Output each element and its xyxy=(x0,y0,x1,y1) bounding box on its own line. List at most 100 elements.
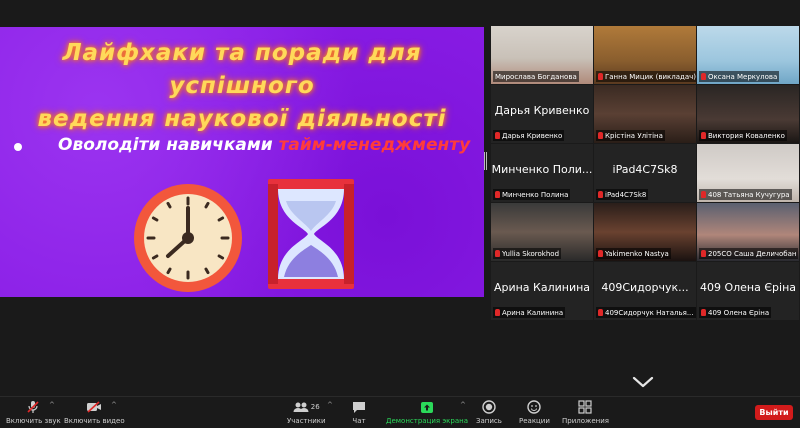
participants-icon xyxy=(293,402,309,412)
apps-label: Приложения xyxy=(562,417,609,425)
panel-resize-handle[interactable] xyxy=(484,152,488,170)
participant-tile[interactable]: Минченко Поли... Минченко Полина xyxy=(491,144,593,202)
participant-name: Мирослава Богданова xyxy=(495,72,577,81)
muted-mic-icon xyxy=(598,250,603,257)
muted-mic-icon xyxy=(598,309,603,316)
share-screen-button[interactable]: Демонстрация экрана xyxy=(386,399,468,425)
participant-tile[interactable]: 409 Олена Єріна 409 Олена Єріна xyxy=(697,262,799,320)
reactions-button[interactable]: Реакции xyxy=(519,399,550,425)
muted-mic-icon xyxy=(701,132,706,139)
participant-name-label: iPad4C7Sk8 xyxy=(596,189,649,200)
participant-display-name: iPad4C7Sk8 xyxy=(612,162,678,176)
participant-display-name: 409Сидорчук... xyxy=(601,280,689,294)
video-off-icon xyxy=(87,401,102,413)
participants-button[interactable]: 26 Участники xyxy=(287,399,326,425)
record-icon xyxy=(482,400,496,414)
apps-button[interactable]: Приложения xyxy=(562,399,609,425)
chat-label: Чат xyxy=(352,417,366,425)
muted-mic-icon xyxy=(495,132,500,139)
participant-name-label: Мирослава Богданова xyxy=(493,71,579,82)
participant-name-label: Арина Калинина xyxy=(493,307,566,318)
slide-title-line2: ведення наукової діяльності xyxy=(37,106,447,132)
bullet-highlight: тайм-менеджменту xyxy=(278,135,471,155)
hourglass-icon xyxy=(268,179,354,289)
video-options-caret-icon[interactable]: ^ xyxy=(111,401,117,409)
participant-name: iPad4C7Sk8 xyxy=(605,190,647,199)
participant-name-label: Дарья Кривенко xyxy=(493,130,565,141)
participant-display-name: Дарья Кривенко xyxy=(494,103,590,117)
reactions-label: Реакции xyxy=(519,417,550,425)
participant-name: Крістіна Улітіна xyxy=(605,131,663,140)
muted-mic-icon xyxy=(598,73,603,80)
participant-name-label: 409Сидорчук Наталья... xyxy=(596,307,696,318)
participant-tile[interactable]: Дарья Кривенко Дарья Кривенко xyxy=(491,85,593,143)
participant-display-name: Арина Калинина xyxy=(493,280,591,294)
participant-name-label: Yullia Skorokhod xyxy=(493,248,562,259)
participants-label: Участники xyxy=(287,417,326,425)
share-screen-icon xyxy=(421,401,433,413)
participant-name-label: Ганна Мицик (викладач) xyxy=(596,71,696,82)
participant-tile[interactable]: 205СО Саша Деличобан xyxy=(697,203,799,261)
muted-mic-icon xyxy=(27,401,39,413)
participant-name-label: 205СО Саша Деличобан xyxy=(699,248,799,259)
participant-name: 408 Татьяна Кучугура xyxy=(708,190,790,199)
slide-title-line1: Лайфхаки та поради для успішного xyxy=(62,40,422,99)
participant-name-label: 409 Олена Єріна xyxy=(699,307,772,318)
participant-tile[interactable]: Yullia Skorokhod xyxy=(491,203,593,261)
chat-button[interactable]: Чат xyxy=(352,399,366,425)
record-label: Запись xyxy=(476,417,502,425)
participant-name: Дарья Кривенко xyxy=(502,131,563,140)
muted-mic-icon xyxy=(495,250,500,257)
participants-options-caret-icon[interactable]: ^ xyxy=(327,401,333,409)
record-button[interactable]: Запись xyxy=(476,399,502,425)
participants-count: 26 xyxy=(310,403,320,411)
participant-name: 409 Олена Єріна xyxy=(708,308,770,317)
participant-name: 409Сидорчук Наталья... xyxy=(605,308,694,317)
participant-name-label: Крістіна Улітіна xyxy=(596,130,665,141)
participant-tile[interactable]: 409Сидорчук... 409Сидорчук Наталья... xyxy=(594,262,696,320)
participant-name: Yakimenko Nastya xyxy=(605,249,669,258)
participant-name: Минченко Полина xyxy=(502,190,569,199)
muted-mic-icon xyxy=(701,191,706,198)
muted-mic-icon xyxy=(701,309,706,316)
participant-tile[interactable]: Крістіна Улітіна xyxy=(594,85,696,143)
participant-name-label: 408 Татьяна Кучугура xyxy=(699,189,792,200)
muted-mic-icon xyxy=(598,191,603,198)
reactions-icon xyxy=(527,400,542,414)
participant-tile[interactable]: Оксана Меркулова xyxy=(697,26,799,84)
participant-tile[interactable]: Мирослава Богданова xyxy=(491,26,593,84)
apps-icon xyxy=(578,400,593,414)
share-screen-label: Демонстрация экрана xyxy=(386,417,468,425)
chevron-down-icon[interactable] xyxy=(632,376,654,388)
audio-options-caret-icon[interactable]: ^ xyxy=(49,401,55,409)
muted-mic-icon xyxy=(495,191,500,198)
participant-name: 205СО Саша Деличобан xyxy=(708,249,797,258)
participant-tile[interactable]: Виктория Коваленко xyxy=(697,85,799,143)
muted-mic-icon xyxy=(495,309,500,316)
bullet-dot xyxy=(14,143,22,151)
unmute-label: Включить звук xyxy=(6,417,61,425)
participant-name-label: Оксана Меркулова xyxy=(699,71,780,82)
participant-name: Виктория Коваленко xyxy=(708,131,785,140)
bullet-prefix: Оволодіти навичками xyxy=(58,135,279,155)
shared-screen: Лайфхаки та поради для успішного ведення… xyxy=(0,27,484,297)
meeting-toolbar: Включить звук ^ Включить видео ^ 26 Учас… xyxy=(0,396,800,428)
bullet-text: Оволодіти навичками тайм-менеджменту xyxy=(58,135,470,155)
participant-name: Yullia Skorokhod xyxy=(502,249,560,258)
participant-name: Оксана Меркулова xyxy=(708,72,778,81)
participant-name: Ганна Мицик (викладач) xyxy=(605,72,696,81)
start-video-label: Включить видео xyxy=(64,417,125,425)
participant-tile[interactable]: Арина Калинина Арина Калинина xyxy=(491,262,593,320)
participant-name-label: Минченко Полина xyxy=(493,189,571,200)
share-options-caret-icon[interactable]: ^ xyxy=(460,401,466,409)
participant-tile[interactable]: 408 Татьяна Кучугура xyxy=(697,144,799,202)
participant-tile[interactable]: iPad4C7Sk8 iPad4C7Sk8 xyxy=(594,144,696,202)
participant-tile[interactable]: Ганна Мицик (викладач) xyxy=(594,26,696,84)
participant-display-name: 409 Олена Єріна xyxy=(699,280,797,294)
leave-button[interactable]: Выйти xyxy=(755,405,793,420)
participant-tile[interactable]: Yakimenko Nastya xyxy=(594,203,696,261)
chat-icon xyxy=(353,401,365,413)
participant-name-label: Yakimenko Nastya xyxy=(596,248,671,259)
muted-mic-icon xyxy=(701,250,706,257)
participant-name: Арина Калинина xyxy=(502,308,564,317)
